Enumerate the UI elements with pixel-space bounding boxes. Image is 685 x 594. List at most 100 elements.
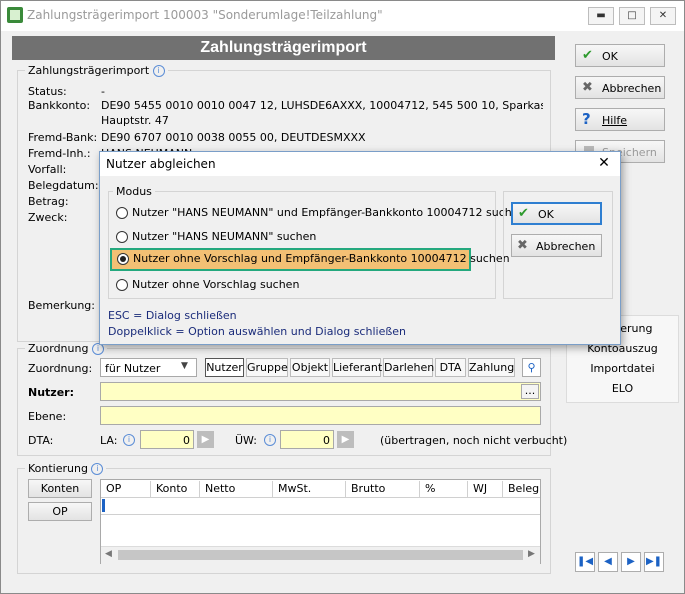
zuordnung-select[interactable]: für Nutzer ▼ bbox=[100, 358, 197, 377]
hilfe-button-label: Hilfe bbox=[602, 114, 628, 127]
radio-option-2[interactable] bbox=[116, 231, 128, 243]
kontierung-group-title-text: Kontierung bbox=[28, 462, 88, 475]
chevron-down-icon: ▼ bbox=[181, 361, 188, 371]
column-header-brutto[interactable]: Brutto bbox=[346, 481, 420, 497]
previous-record-button[interactable]: ◀ bbox=[598, 552, 618, 572]
radio-option-1[interactable] bbox=[116, 207, 128, 219]
ok-button[interactable]: ✔ OK bbox=[575, 44, 665, 67]
nav-elo[interactable]: ELO bbox=[567, 382, 678, 395]
first-record-button[interactable]: ❚◀ bbox=[575, 552, 595, 572]
column-header-op[interactable]: OP bbox=[101, 481, 151, 497]
op-button[interactable]: OP bbox=[28, 502, 92, 521]
uew-value: 0 bbox=[323, 434, 330, 447]
import-group-title-text: Zahlungsträgerimport bbox=[28, 64, 150, 77]
app-icon bbox=[7, 7, 23, 23]
scroll-left-icon[interactable]: ◀ bbox=[105, 549, 112, 559]
abbrechen-button[interactable]: ✖ Abbrechen bbox=[575, 76, 665, 99]
column-header-konto[interactable]: Konto bbox=[151, 481, 200, 497]
hilfe-button[interactable]: ? Hilfe bbox=[575, 108, 665, 131]
horizontal-scrollbar[interactable]: ◀ ▶ bbox=[101, 546, 540, 564]
column-header-netto[interactable]: Netto bbox=[200, 481, 273, 497]
column-header-mwst[interactable]: MwSt. bbox=[273, 481, 346, 497]
tab-gruppe[interactable]: Gruppe bbox=[246, 358, 288, 377]
fremdinh-label: Fremd-Inh.: bbox=[28, 147, 91, 160]
close-button[interactable]: ✕ bbox=[650, 7, 676, 25]
cancel-x-icon: ✖ bbox=[517, 238, 528, 253]
dta-note: (übertragen, noch nicht verbucht) bbox=[380, 434, 568, 447]
kontierung-group-title: Kontierung i bbox=[25, 462, 107, 475]
next-icon: ▶ bbox=[627, 556, 635, 567]
maximize-button[interactable]: □ bbox=[619, 7, 645, 25]
abbrechen-button-label: Abbrechen bbox=[602, 82, 662, 95]
zuordnung-select-value: für Nutzer bbox=[105, 362, 161, 375]
nutzer-browse-button[interactable]: ... bbox=[521, 384, 539, 399]
konten-button[interactable]: Konten bbox=[28, 479, 92, 498]
checkmark-icon: ✔ bbox=[518, 206, 529, 221]
column-header-percent[interactable]: % bbox=[420, 481, 468, 497]
betrag-label: Betrag: bbox=[28, 195, 69, 208]
option-ohne-vorschlag[interactable]: Nutzer ohne Vorschlag suchen bbox=[112, 276, 482, 294]
dialog-close-button[interactable]: ✕ bbox=[594, 154, 614, 172]
zweck-label: Zweck: bbox=[28, 211, 68, 224]
dialog-title-bar: Nutzer abgleichen ✕ bbox=[100, 152, 620, 176]
radio-option-3[interactable] bbox=[117, 253, 129, 265]
cancel-x-icon: ✖ bbox=[582, 80, 593, 95]
page-banner: Zahlungsträgerimport bbox=[12, 36, 555, 60]
tab-nutzer[interactable]: Nutzer bbox=[205, 358, 244, 377]
fremdbank-value: DE90 6707 0010 0038 0055 00, DEUTDESMXXX bbox=[101, 131, 366, 144]
info-icon[interactable]: i bbox=[123, 434, 135, 446]
checkmark-icon: ✔ bbox=[582, 48, 593, 63]
search-button[interactable]: ⚲ bbox=[522, 358, 541, 377]
tab-objekt[interactable]: Objekt bbox=[290, 358, 330, 377]
tab-darlehen[interactable]: Darlehen bbox=[383, 358, 434, 377]
table-row[interactable] bbox=[101, 497, 540, 515]
column-header-wj[interactable]: WJ bbox=[468, 481, 503, 497]
belegdatum-label: Belegdatum: bbox=[28, 179, 99, 192]
tab-dta[interactable]: DTA bbox=[435, 358, 466, 377]
option-nutzer[interactable]: Nutzer "HANS NEUMANN" suchen bbox=[112, 228, 482, 246]
status-value: - bbox=[101, 85, 105, 98]
info-icon[interactable]: i bbox=[264, 434, 276, 446]
option-nutzer-und-bankkonto[interactable]: Nutzer "HANS NEUMANN" und Empfänger-Bank… bbox=[112, 204, 526, 222]
dialog-abbrechen-button[interactable]: ✖ Abbrechen bbox=[511, 234, 602, 257]
scroll-right-icon[interactable]: ▶ bbox=[528, 549, 535, 559]
search-icon: ⚲ bbox=[527, 361, 536, 374]
row-cursor bbox=[102, 499, 105, 512]
zuordnung-label: Zuordnung: bbox=[28, 362, 93, 375]
option-ohne-vorschlag-bankkonto[interactable]: Nutzer ohne Vorschlag und Empfänger-Bank… bbox=[110, 248, 510, 271]
info-icon[interactable]: i bbox=[152, 65, 165, 77]
uew-label: ÜW: bbox=[235, 434, 257, 447]
last-record-button[interactable]: ▶❚ bbox=[644, 552, 664, 572]
minimize-button[interactable]: ▬ bbox=[588, 7, 614, 25]
hint-doppelklick: Doppelklick = Option auswählen und Dialo… bbox=[108, 325, 407, 338]
radio-option-4[interactable] bbox=[116, 279, 128, 291]
help-icon: ? bbox=[582, 110, 591, 128]
option-1-label: Nutzer "HANS NEUMANN" und Empfänger-Bank… bbox=[132, 206, 526, 219]
dialog-ok-label: OK bbox=[538, 208, 554, 221]
la-transfer-button[interactable]: ▶ bbox=[197, 431, 214, 448]
tab-lieferant[interactable]: Lieferant bbox=[332, 358, 382, 377]
info-icon[interactable]: i bbox=[91, 463, 104, 475]
dialog-ok-button[interactable]: ✔ OK bbox=[511, 202, 602, 225]
bankkonto-address: Hauptstr. 47 bbox=[101, 114, 169, 127]
nutzer-input[interactable]: ... bbox=[100, 382, 541, 401]
uew-transfer-button[interactable]: ▶ bbox=[337, 431, 354, 448]
scrollbar-thumb[interactable] bbox=[118, 550, 523, 560]
la-input[interactable]: 0 bbox=[140, 430, 194, 449]
minimize-icon: ▬ bbox=[596, 10, 606, 21]
column-header-beleg[interactable]: Beleg bbox=[503, 481, 540, 497]
tab-zahlung[interactable]: Zahlung bbox=[468, 358, 515, 377]
maximize-icon: □ bbox=[627, 10, 637, 21]
uew-input[interactable]: 0 bbox=[280, 430, 334, 449]
ebene-label: Ebene: bbox=[28, 410, 67, 423]
title-bar: Zahlungsträgerimport 100003 "Sonderumlag… bbox=[1, 1, 684, 31]
ebene-input[interactable] bbox=[100, 406, 541, 425]
ok-button-label: OK bbox=[602, 50, 618, 63]
window-title: Zahlungsträgerimport 100003 "Sonderumlag… bbox=[27, 8, 383, 22]
nav-importdatei[interactable]: Importdatei bbox=[567, 362, 678, 375]
vorfall-label: Vorfall: bbox=[28, 163, 67, 176]
previous-icon: ◀ bbox=[604, 556, 612, 567]
option-3-label: Nutzer ohne Vorschlag und Empfänger-Bank… bbox=[133, 252, 510, 265]
arrow-right-icon: ▶ bbox=[341, 434, 350, 445]
next-record-button[interactable]: ▶ bbox=[621, 552, 641, 572]
